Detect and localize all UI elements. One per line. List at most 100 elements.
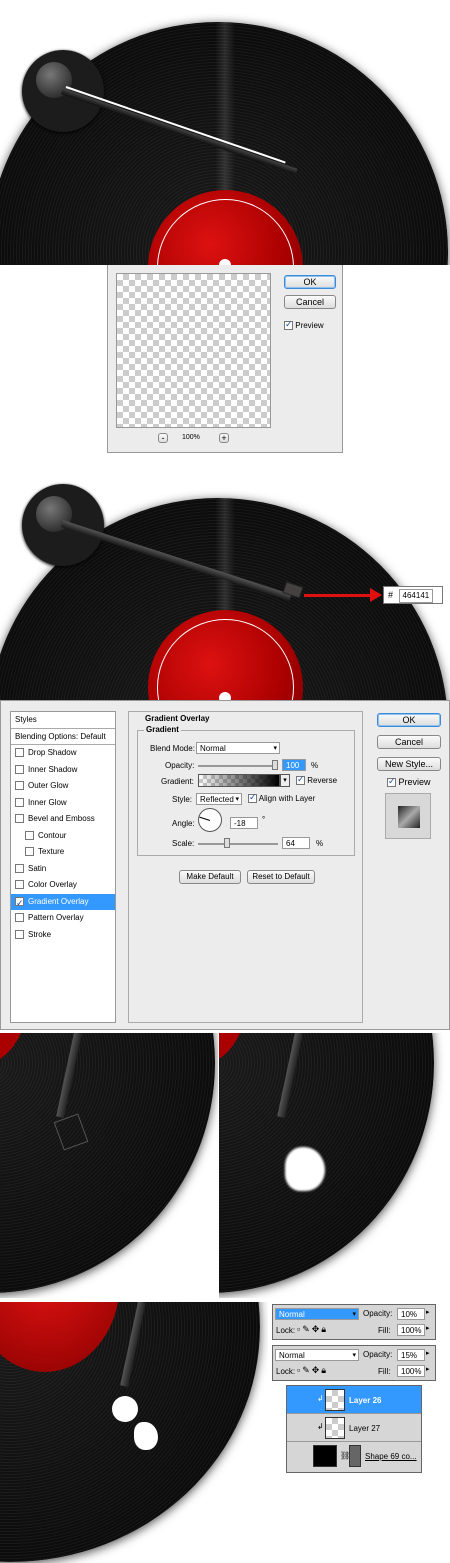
reverse-checkbox[interactable]: Reverse [296, 774, 337, 786]
opacity-arrow[interactable]: ▸ [426, 1308, 430, 1316]
opacity-percent: % [311, 761, 319, 770]
reset-default-button[interactable]: Reset to Default [247, 870, 315, 884]
style-item[interactable]: Color Overlay [11, 877, 115, 894]
headshell-highlight [285, 1147, 325, 1191]
lock-icons[interactable]: ▫✎✥🔒︎ [297, 1365, 328, 1376]
opacity-label: Opacity: [363, 1309, 393, 1318]
headshell-highlight [112, 1396, 138, 1422]
fill-arrow[interactable]: ▸ [426, 1324, 430, 1332]
checkbox[interactable] [25, 830, 34, 840]
hex-input[interactable]: 464141 [398, 589, 434, 603]
style-select[interactable]: Reflected ▾ [196, 793, 242, 805]
opacity-input[interactable]: 15% [397, 1349, 425, 1361]
ok-button[interactable]: OK [377, 713, 441, 727]
style-item[interactable]: Drop Shadow [11, 745, 115, 762]
layer-row-26[interactable]: ↲ Layer 26 [287, 1386, 421, 1414]
layer-row-shape-69[interactable]: ⛓ Shape 69 co... [287, 1442, 421, 1470]
checkbox[interactable] [15, 764, 24, 774]
scale-percent: % [316, 839, 324, 848]
checkbox[interactable] [15, 929, 24, 939]
callout-arrowhead [370, 588, 382, 602]
layers-options-2: Normal ▾ Opacity: 15% ▸ Lock: ▫✎✥🔒︎ Fill… [272, 1345, 436, 1381]
style-item[interactable]: Satin [11, 861, 115, 878]
cancel-button[interactable]: Cancel [377, 735, 441, 749]
style-item[interactable]: Contour [11, 828, 115, 845]
style-label: Style: [172, 795, 193, 804]
style-item[interactable]: Pattern Overlay [11, 910, 115, 927]
gradient-swatch[interactable] [198, 774, 280, 787]
record-crop-bottom [0, 1302, 268, 1563]
chevron-down-icon: ▾ [273, 745, 277, 752]
checkbox[interactable] [387, 776, 396, 788]
style-item[interactable]: Bevel and Emboss [11, 811, 115, 828]
style-item-label: Contour [38, 830, 67, 840]
chevron-down-icon: ▾ [283, 777, 287, 784]
opacity-slider[interactable] [198, 765, 278, 767]
chevron-down-icon: ▾ [352, 1352, 356, 1359]
style-item-label: Drop Shadow [28, 748, 77, 757]
blending-options[interactable]: Blending Options: Default [11, 729, 115, 745]
new-style-button[interactable]: New Style... [377, 757, 441, 771]
opacity-input[interactable]: 100 [282, 759, 306, 771]
headshell-highlight-2 [134, 1422, 158, 1450]
styles-header[interactable]: Styles [11, 712, 115, 729]
angle-dial[interactable] [198, 808, 222, 832]
opacity-slider-thumb[interactable] [272, 760, 278, 770]
zoom-out-button[interactable]: - [158, 433, 168, 443]
fill-arrow[interactable]: ▸ [426, 1365, 430, 1373]
zoom-in-button[interactable]: + [219, 433, 229, 443]
layer-style-dialog: Styles Blending Options: Default Drop Sh… [0, 700, 450, 1030]
style-item[interactable]: Stroke [11, 927, 115, 944]
layer-row-27[interactable]: ↲ Layer 27 [287, 1414, 421, 1442]
filter-preview-canvas [116, 273, 271, 428]
align-checkbox[interactable]: Align with Layer [248, 792, 315, 804]
checkbox[interactable] [15, 880, 24, 890]
scale-slider[interactable] [198, 843, 278, 845]
layer-name: Layer 27 [349, 1424, 381, 1433]
ok-button[interactable]: OK [284, 275, 336, 289]
lock-label: Lock: [276, 1367, 296, 1376]
angle-input[interactable]: -18 [230, 817, 258, 829]
checkbox[interactable] [15, 748, 24, 758]
zoom-level: 100% [182, 434, 200, 441]
opacity-arrow[interactable]: ▸ [426, 1349, 430, 1357]
blend-mode-select[interactable]: Normal ▾ [275, 1308, 359, 1320]
style-item-label: Inner Shadow [28, 764, 78, 774]
fill-input[interactable]: 100% [397, 1365, 425, 1377]
opacity-input[interactable]: 10% [397, 1308, 425, 1320]
checkbox[interactable] [296, 774, 305, 786]
style-item-label: Inner Glow [28, 797, 67, 807]
blend-mode-select[interactable]: Normal ▾ [275, 1349, 359, 1361]
checkbox[interactable] [15, 863, 24, 873]
checkbox[interactable] [15, 895, 24, 911]
checkbox[interactable] [284, 319, 293, 331]
preview-label: Preview [398, 777, 431, 787]
checkbox[interactable] [15, 814, 24, 824]
filter-dialog: - 100% + OK Cancel Preview [107, 265, 343, 453]
checkbox[interactable] [15, 797, 24, 807]
lock-icons[interactable]: ▫✎✥🔒︎ [297, 1324, 328, 1335]
checkbox[interactable] [15, 781, 24, 791]
blend-mode-select[interactable]: Normal ▾ [196, 742, 280, 754]
style-item-label: Outer Glow [28, 781, 69, 790]
style-item[interactable]: Outer Glow [11, 778, 115, 795]
checkbox[interactable] [248, 792, 257, 804]
scale-slider-thumb[interactable] [224, 838, 230, 848]
make-default-button[interactable]: Make Default [179, 870, 241, 884]
checkbox[interactable] [15, 913, 24, 923]
fill-input[interactable]: 100% [397, 1324, 425, 1336]
checkbox[interactable] [25, 847, 34, 857]
lock-label: Lock: [276, 1326, 296, 1335]
style-item[interactable]: Inner Shadow [11, 762, 115, 779]
gradient-dropdown[interactable]: ▾ [280, 774, 290, 787]
preview-checkbox[interactable]: Preview [284, 319, 324, 331]
blend-mode-value: Normal [279, 1310, 305, 1319]
style-item[interactable]: Texture [11, 844, 115, 861]
preview-checkbox[interactable]: Preview [387, 776, 431, 788]
style-item[interactable]: Inner Glow [11, 795, 115, 812]
callout-arrow [304, 594, 374, 597]
scale-input[interactable]: 64 [282, 837, 310, 849]
style-item[interactable]: Gradient Overlay [11, 893, 115, 911]
cancel-button[interactable]: Cancel [284, 295, 336, 309]
style-preview-thumbnail [385, 793, 431, 839]
